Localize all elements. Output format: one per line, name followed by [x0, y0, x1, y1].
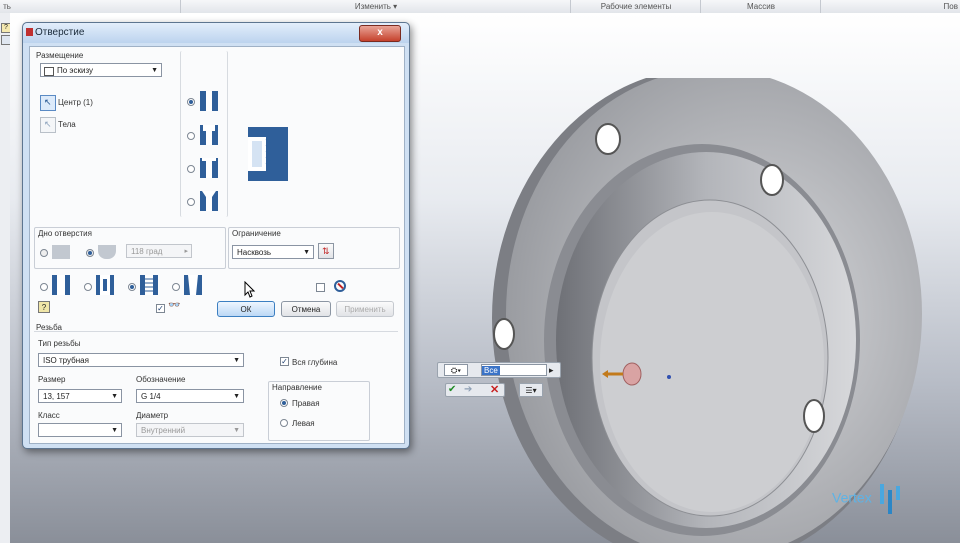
center-selection-label: Центр (1)	[58, 98, 93, 107]
flat-drill-icon	[52, 245, 70, 259]
taper-tapped-radio[interactable]	[172, 283, 180, 291]
mini-toolbar: ⛭▾ Все ▸ ✔ ➔ ✕ ☰▾	[437, 359, 561, 401]
thread-preview-image	[248, 127, 288, 181]
apply-button[interactable]: Применить	[336, 301, 394, 317]
dialog-titlebar[interactable]: Отверстие x	[23, 23, 409, 43]
prohibit-icon[interactable]	[334, 280, 346, 292]
cancel-button[interactable]: Отмена	[281, 301, 331, 317]
mini-toolbar-input-value: Все	[482, 366, 500, 375]
hole-dialog: Отверстие x Размещение По эскизу ▼ ↖ Цент…	[22, 22, 410, 449]
infer-checkbox[interactable]	[316, 283, 325, 292]
thread-divider	[34, 331, 398, 332]
tapped-radio[interactable]	[128, 283, 136, 291]
bodies-select-icon[interactable]: ↖	[40, 117, 56, 133]
glasses-preview-icon: 👓	[168, 300, 181, 311]
ribbon-bar: ть Изменить ▾ Рабочие элементы Массив По…	[0, 0, 960, 14]
play-arrow-icon[interactable]: ▸	[549, 365, 554, 376]
left-hand-label: Левая	[292, 419, 315, 428]
termination-dropdown[interactable]: Насквозь ▼	[232, 245, 314, 259]
direction-label: Направление	[272, 383, 322, 392]
countersink-radio[interactable]	[187, 198, 195, 206]
designation-dropdown[interactable]: G 1/4 ▼	[136, 389, 244, 403]
placement-label: Размещение	[36, 51, 84, 60]
simple-hole-radio[interactable]	[187, 98, 195, 106]
flip-direction-button[interactable]: ⇅	[318, 243, 334, 259]
angle-drill-radio[interactable]	[86, 249, 94, 257]
taper-tapped-icon[interactable]	[184, 275, 202, 295]
ribbon-panel-work-features[interactable]: Рабочие элементы	[570, 0, 701, 13]
size-label: Размер	[38, 375, 66, 384]
flat-drill-radio[interactable]	[40, 249, 48, 257]
apply-check-icon[interactable]: ✔	[448, 384, 456, 395]
drilled-icon[interactable]	[52, 275, 70, 295]
diameter-value: Внутренний	[141, 426, 186, 435]
brand-text: Vertex	[832, 489, 872, 506]
cancel-x-icon[interactable]: ✕	[490, 383, 499, 396]
mini-toolbar-input[interactable]: Все	[481, 364, 547, 376]
left-hand-radio[interactable]	[280, 419, 288, 427]
spotface-radio[interactable]	[187, 165, 195, 173]
center-select-icon[interactable]: ↖	[40, 95, 56, 111]
ok-button[interactable]: ОК	[217, 301, 275, 317]
mouse-cursor-icon	[244, 281, 256, 298]
placement-dropdown[interactable]: По эскизу ▼	[40, 63, 162, 77]
sketch-icon	[44, 67, 54, 76]
drilled-radio[interactable]	[40, 283, 48, 291]
flip-arrow-icon: ⇅	[322, 246, 330, 256]
diameter-label: Диаметр	[136, 411, 169, 420]
ribbon-panel-cut-right[interactable]: Пов	[820, 0, 960, 13]
clearance-radio[interactable]	[84, 283, 92, 291]
thread-type-label: Тип резьбы	[38, 339, 81, 348]
thread-type-dropdown[interactable]: ISO трубная ▼	[38, 353, 244, 367]
countersink-icon[interactable]	[200, 191, 218, 211]
right-hand-radio[interactable]	[280, 399, 288, 407]
dialog-help-button[interactable]: ?	[38, 301, 50, 313]
thread-type-value: ISO трубная	[43, 356, 89, 365]
class-label: Класс	[38, 411, 60, 420]
tapped-icon[interactable]	[140, 275, 158, 295]
placement-value: По эскизу	[57, 66, 94, 75]
continue-icon[interactable]: ➔	[464, 384, 472, 395]
full-depth-label: Вся глубина	[292, 358, 338, 367]
clearance-icon[interactable]	[96, 275, 114, 295]
diameter-dropdown[interactable]: Внутренний ▼	[136, 423, 244, 437]
designation-label: Обозначение	[136, 375, 186, 384]
angle-drill-icon	[98, 245, 116, 259]
mini-toolbar-options-button[interactable]: ☰▾	[519, 383, 543, 397]
flange-model[interactable]	[466, 78, 960, 543]
counterbore-radio[interactable]	[187, 132, 195, 140]
drill-angle-field[interactable]: 118 град ▸	[126, 244, 192, 258]
close-button[interactable]: x	[359, 25, 401, 42]
counterbore-icon[interactable]	[200, 125, 218, 145]
hole-app-icon	[26, 28, 33, 36]
ribbon-panel-modify[interactable]: Изменить ▾	[180, 0, 571, 13]
designation-value: G 1/4	[141, 392, 161, 401]
right-hand-label: Правая	[292, 399, 320, 408]
full-depth-checkbox[interactable]: ✓	[280, 357, 289, 366]
simple-hole-icon[interactable]	[200, 91, 218, 111]
mini-toolbar-mode-dropdown[interactable]: ⛭▾	[444, 364, 468, 376]
vertex-mark-icon	[876, 484, 904, 514]
size-dropdown[interactable]: 13, 157 ▼	[38, 389, 122, 403]
ribbon-panel-pattern[interactable]: Массив	[700, 0, 821, 13]
preview-checkbox[interactable]: ✓	[156, 304, 165, 313]
termination-label: Ограничение	[232, 229, 281, 238]
termination-value: Насквозь	[237, 248, 272, 257]
bodies-label: Тела	[58, 120, 76, 129]
drill-point-label: Дно отверстия	[38, 229, 92, 238]
class-dropdown[interactable]: ▼	[38, 423, 122, 437]
dialog-title: Отверстие	[35, 27, 85, 38]
ribbon-tab-cut-left[interactable]: ть	[0, 0, 14, 13]
spotface-icon[interactable]	[200, 158, 218, 178]
vertex-logo: Vertex	[832, 484, 904, 514]
drill-angle-value: 118 град	[131, 247, 163, 256]
size-value: 13, 157	[43, 392, 70, 401]
dialog-body: Размещение По эскизу ▼ ↖ Центр (1) ↖ Тела	[29, 46, 405, 444]
